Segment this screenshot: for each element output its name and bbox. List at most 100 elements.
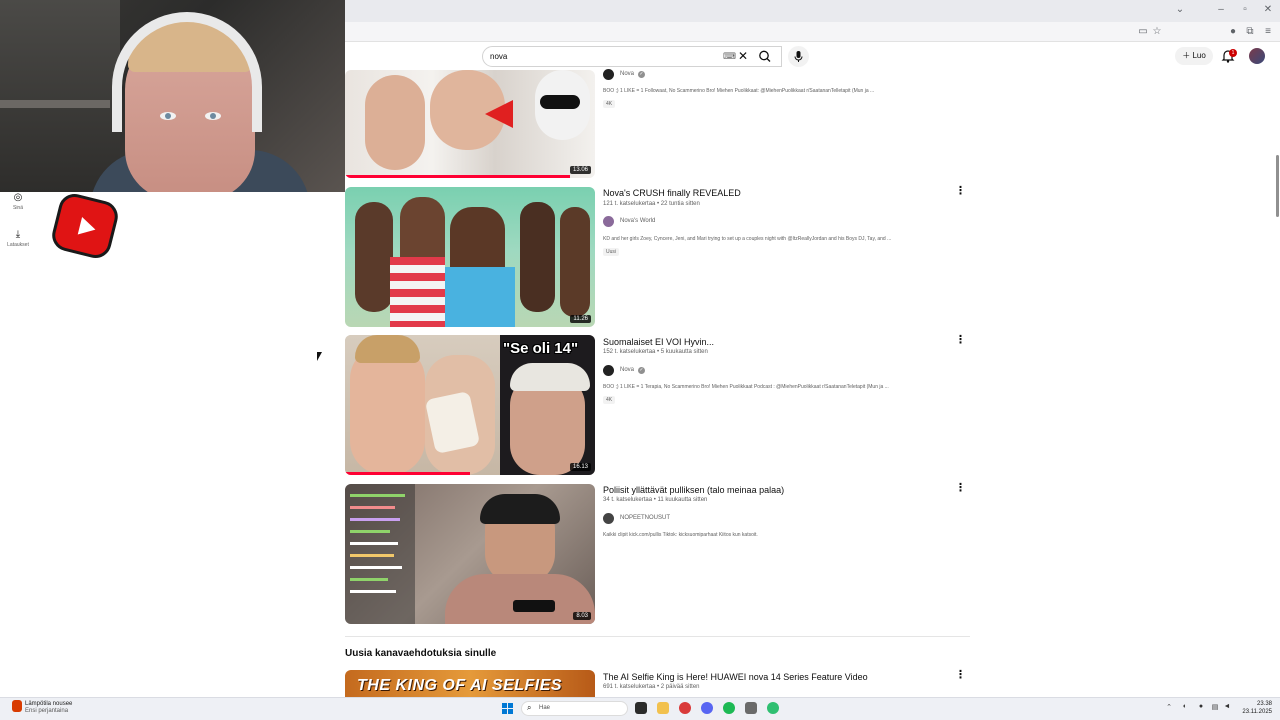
video-duration: 16.13 [569,463,591,471]
network-icon[interactable]: ▤ [1210,703,1220,711]
start-button[interactable] [502,703,513,714]
channel-info[interactable]: Nova's World [603,215,655,227]
volume-icon[interactable]: ◄ [1222,703,1232,710]
video-thumbnail[interactable]: THE KING OF AI SELFIES [345,670,595,697]
channel-name: Nova [620,367,635,373]
user-circle-icon: ◎ [13,192,23,203]
search-icon [759,50,771,62]
extensions-icon[interactable]: ⧉ [1243,26,1257,37]
page-scrollbar-thumb[interactable] [1276,155,1279,217]
channel-name: NOPEETNOUSUT [620,515,671,521]
channel-name: Nova's World [620,218,656,224]
clock-time: 23.38 [1256,701,1272,707]
section-divider [345,636,970,637]
search-icon: ⌕ [527,703,532,712]
video-duration: 8.03 [573,612,591,620]
video-meta: 691 t. katselukertaa • 2 päivää sitten [603,684,700,690]
video-title[interactable]: Suomalaiset EI VOI Hyvin... [603,337,714,347]
clock-date: 23.11.2025 [1242,709,1272,715]
video-title[interactable]: Nova's CRUSH finally REVEALED [603,188,741,198]
tab-list-chevron-icon[interactable]: ⌄ [1172,4,1188,15]
more-options-icon[interactable]: ⋮ [955,668,966,681]
thumbnail-caption: THE KING OF AI SELFIES [357,677,563,694]
obs-app-icon[interactable] [745,702,757,714]
browser-menu-icon[interactable]: ≡ [1261,26,1275,37]
weather-subtitle: Ensi perjantaina [25,708,69,714]
video-thumbnail[interactable]: 13.06 [345,70,595,178]
video-description: KD and her girls Zoey, Cyncere, Jeni, an… [603,236,892,242]
download-icon: ⤓ [15,229,21,240]
youtube-logo-sticker [48,190,122,262]
quality-badge: 4K [603,100,616,108]
video-description: BÖÖ ;) 1 LIKE = 1 Followaat, No Scammeri… [603,88,875,94]
search-box[interactable]: nova ⌨ ✕ [482,46,782,67]
video-thumbnail[interactable]: "Se oli 14" 16.13 [345,335,595,475]
video-meta: 121 t. katselukertaa • 22 tuntia sitten [603,201,700,207]
taskbar-clock[interactable]: 23.38 23.11.2025 [1236,700,1272,716]
bookmark-star-icon[interactable]: ☆ [1150,26,1164,37]
tray-chevron-icon[interactable]: ⌃ [1164,703,1174,711]
browser-app-icon[interactable] [679,702,691,714]
microphone-icon [794,51,803,62]
file-explorer-icon[interactable] [657,702,669,714]
more-options-icon[interactable]: ⋮ [955,333,966,346]
profile-shield-icon[interactable]: ● [1226,26,1240,37]
watch-progress-bar [345,472,470,475]
tray-app-icon[interactable]: ◐ [1180,703,1190,710]
verified-check-icon: ✓ [638,366,646,374]
plus-icon: ＋ [1182,51,1191,60]
create-button[interactable]: ＋ Luo [1175,47,1213,65]
account-avatar[interactable] [1249,48,1265,64]
thumbnail-caption: "Se oli 14" [503,340,579,357]
tray-mic-icon[interactable]: ● [1196,703,1206,710]
video-description: BÖÖ ;) 1 LIKE = 1 Terapia, No Scammerino… [603,384,889,390]
discord-icon[interactable] [701,702,713,714]
quality-badge: 4K [603,396,616,404]
section-title: Uusia kanavaehdotuksia sinulle [345,648,497,659]
taskbar-search-placeholder: Hae [539,705,551,711]
nav-item-label: Sinä [12,205,23,211]
channel-info[interactable]: Nova ✓ [603,68,646,80]
keyboard-icon[interactable]: ⌨ [723,51,736,62]
create-label: Luo [1192,51,1206,60]
video-description: Kaikki clipit kick.com/pullis Tiktok: ki… [603,532,758,538]
nav-item-you[interactable]: ◎ Sinä [2,192,34,211]
nav-item-label: Lataukset [7,242,29,248]
weather-widget[interactable]: Lämpötila nousee Ensi perjantaina [25,701,72,715]
search-button[interactable] [750,46,782,67]
task-view-icon[interactable] [635,702,647,714]
voice-search-button[interactable] [788,46,809,67]
mouse-cursor [317,352,322,361]
clear-search-icon[interactable]: ✕ [738,49,748,63]
spotify-icon[interactable] [723,702,735,714]
notification-badge: 1 [1229,49,1237,57]
app-icon[interactable] [767,702,779,714]
video-duration: 13.06 [569,166,591,174]
nav-item-downloads[interactable]: ⤓ Lataukset [2,229,34,248]
maximize-button[interactable]: ▫ [1237,4,1253,15]
watch-progress-bar [345,175,570,178]
video-title[interactable]: The AI Selfie King is Here! HUAWEI nova … [603,672,868,682]
video-meta: 34 t. katselukertaa • 11 kuukautta sitte… [603,497,708,503]
weather-thermometer-icon[interactable] [12,700,22,712]
close-window-button[interactable]: ✕ [1260,4,1276,15]
channel-avatar [603,68,614,80]
channel-info[interactable]: NOPEETNOUSUT [603,512,670,524]
webcam-overlay [0,0,345,192]
channel-avatar [603,512,614,524]
verified-check-icon: ✓ [638,70,646,78]
channel-info[interactable]: Nova ✓ [603,364,646,376]
video-thumbnail[interactable]: 8.03 [345,484,595,624]
video-meta: 152 t. katselukertaa • 5 kuukautta sitte… [603,349,708,355]
channel-avatar [603,364,614,376]
search-input[interactable]: nova [490,52,507,61]
video-thumbnail[interactable]: 11.26 [345,187,595,327]
taskbar-search[interactable]: ⌕ Hae [521,701,628,716]
install-app-icon[interactable]: ▭ [1136,26,1150,37]
weather-title: Lämpötila nousee [25,701,73,707]
new-badge: Uusi [603,248,620,256]
more-options-icon[interactable]: ⋮ [955,481,966,494]
more-options-icon[interactable]: ⋮ [955,184,966,197]
minimize-button[interactable]: – [1213,4,1229,15]
video-title[interactable]: Poliisit yllättävät pulliksen (talo mein… [603,485,784,495]
